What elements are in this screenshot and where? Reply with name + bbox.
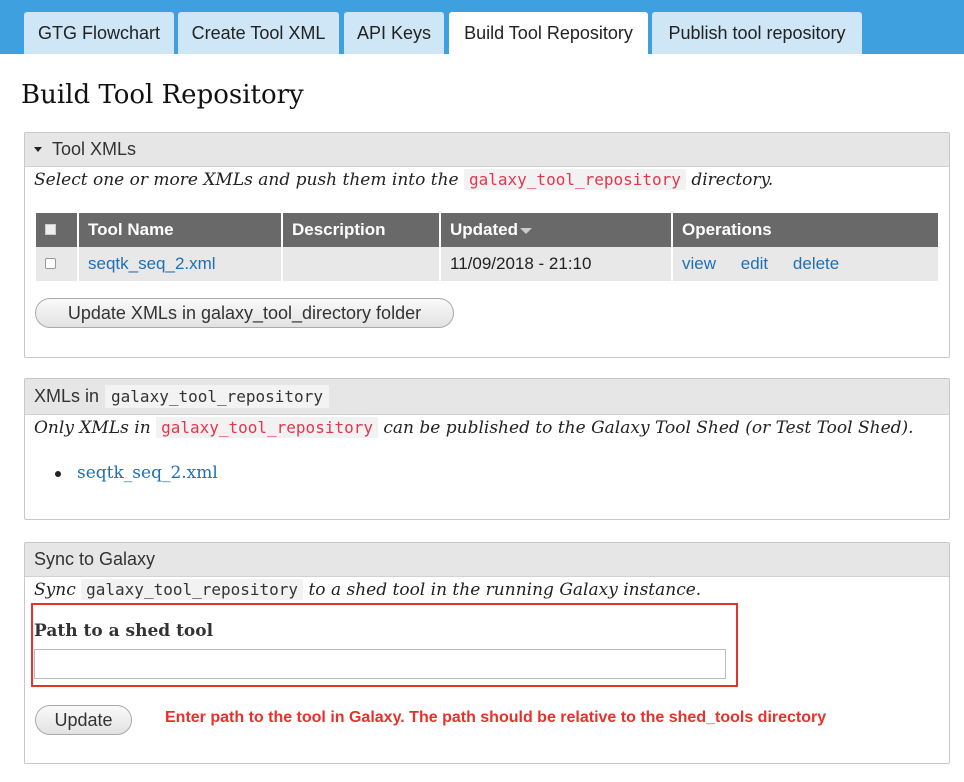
list-item: seqtk_seq_2.xml [55, 463, 218, 483]
repo-xml-link[interactable]: seqtk_seq_2.xml [77, 463, 218, 483]
repository-legend: XMLs in galaxy_tool_repository [25, 379, 949, 415]
repo-code: galaxy_tool_repository [464, 169, 686, 190]
col-updated-label[interactable]: Updated [450, 220, 518, 239]
annotation-note: Enter path to the tool in Galaxy. The pa… [165, 709, 827, 726]
repo-desc-text-end: can be published to the Galaxy Tool Shed… [383, 418, 914, 438]
row-checkbox[interactable] [45, 258, 56, 269]
col-description[interactable]: Description [282, 213, 441, 247]
collapse-caret-icon[interactable] [34, 147, 42, 152]
tab-build-tool-repository[interactable]: Build Tool Repository [449, 12, 648, 54]
repository-fieldset: XMLs in galaxy_tool_repository Only XMLs… [24, 378, 950, 520]
description-cell [282, 247, 441, 281]
col-tool-name[interactable]: Tool Name [78, 213, 283, 247]
tool-xml-table: Tool Name Description Updated Operations… [36, 213, 938, 281]
repository-description: Only XMLs in galaxy_tool_repository can … [34, 417, 914, 438]
row-select-cell[interactable] [36, 247, 79, 281]
tab-gtg-flowchart[interactable]: GTG Flowchart [24, 12, 174, 54]
repo-desc-text: Only XMLs in [34, 418, 151, 438]
edit-link[interactable]: edit [741, 254, 768, 273]
delete-link[interactable]: delete [793, 254, 839, 273]
select-all-checkbox[interactable] [45, 224, 56, 235]
repository-title: XMLs in [34, 386, 100, 406]
tool-xmls-legend[interactable]: Tool XMLs [25, 133, 949, 167]
tool-xmls-description: Select one or more XMLs and push them in… [34, 169, 774, 190]
tab-bar: GTG Flowchart Create Tool XML API Keys B… [0, 0, 964, 54]
col-operations: Operations [672, 213, 938, 247]
bullet-icon [55, 470, 61, 477]
sync-title: Sync to Galaxy [34, 549, 156, 569]
repository-title-code: galaxy_tool_repository [105, 385, 329, 408]
sync-desc-text: Sync [34, 580, 76, 600]
sync-desc-text-end: to a shed tool in the running Galaxy ins… [308, 580, 702, 600]
desc-text-end: directory. [691, 170, 774, 190]
table-row: seqtk_seq_2.xml 11/09/2018 - 21:10 view … [36, 247, 938, 281]
tool-name-cell: seqtk_seq_2.xml [78, 247, 283, 281]
tab-api-keys[interactable]: API Keys [344, 12, 444, 54]
desc-text: Select one or more XMLs and push them in… [34, 170, 459, 190]
tool-xmls-title: Tool XMLs [52, 139, 137, 159]
sort-desc-icon[interactable] [520, 227, 532, 234]
tool-xmls-fieldset: Tool XMLs Select one or more XMLs and pu… [24, 132, 950, 358]
sync-legend: Sync to Galaxy [25, 543, 949, 577]
sync-description: Sync galaxy_tool_repository to a shed to… [34, 579, 702, 600]
sync-fieldset: Sync to Galaxy Sync galaxy_tool_reposito… [24, 542, 950, 764]
shed-tool-path-input[interactable] [34, 649, 726, 679]
shed-tool-path-label: Path to a shed tool [34, 621, 214, 641]
tab-create-tool-xml[interactable]: Create Tool XML [178, 12, 339, 54]
select-all-header[interactable] [36, 213, 79, 247]
repo-desc-code: galaxy_tool_repository [156, 417, 378, 438]
update-xmls-button[interactable]: Update XMLs in galaxy_tool_directory fol… [35, 298, 454, 328]
operations-cell: view edit delete [672, 247, 938, 281]
tab-publish-tool-repository[interactable]: Publish tool repository [652, 12, 862, 54]
sync-desc-code: galaxy_tool_repository [81, 579, 304, 600]
page-title: Build Tool Repository [21, 80, 304, 110]
view-link[interactable]: view [682, 254, 716, 273]
update-button[interactable]: Update [35, 705, 132, 735]
col-updated[interactable]: Updated [440, 213, 673, 247]
tool-name-link[interactable]: seqtk_seq_2.xml [88, 254, 216, 273]
updated-cell: 11/09/2018 - 21:10 [440, 247, 673, 281]
